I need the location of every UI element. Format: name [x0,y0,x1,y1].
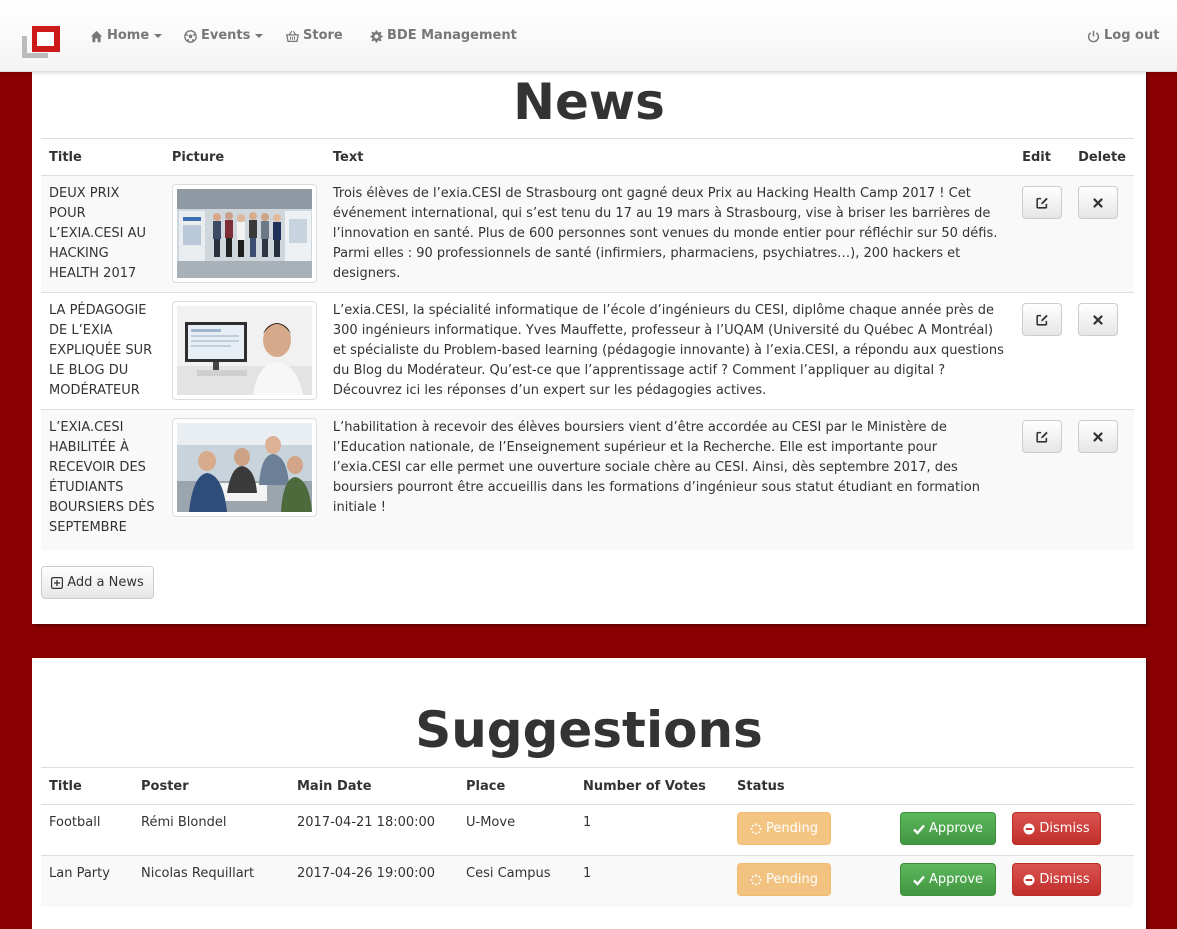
table-row: DEUX PRIX POUR L’EXIA.CESI AU HACKING HE… [41,175,1134,293]
edit-icon [1036,431,1048,443]
suggestions-panel: Suggestions Title Poster Main Date Place… [32,658,1146,929]
status-label: Pending [766,820,818,836]
caret-down-icon [255,34,264,38]
nav-store-label: Store [303,28,343,43]
checkmark-icon [913,824,925,835]
news-text-cell: L’exia.CESI, la spécialité informatique … [324,292,1015,410]
close-icon [1093,431,1103,442]
news-title-cell: L’EXIA.CESI HABILITÉE À RECEVOIR DES ÉTU… [41,409,164,550]
students-working-image [176,423,312,512]
dismiss-label: Dismiss [1039,871,1090,887]
dismiss-button[interactable]: Dismiss [1012,812,1101,845]
navbar: Home Events Store BDE Management Log out [0,0,1177,72]
dismiss-label: Dismiss [1039,820,1090,836]
news-picture [171,184,317,283]
col-title: Title [41,767,133,805]
col-status: Status [729,767,892,805]
gear-icon [370,29,383,43]
group-photo-image [176,189,312,278]
basket-icon [286,30,299,42]
edit-button[interactable] [1022,186,1063,219]
nav-events[interactable]: Events [184,26,264,46]
suggestion-title: Football [41,804,133,856]
col-edit: Edit [1014,138,1071,176]
add-news-button[interactable]: Add a News [41,566,154,599]
spinner-icon [750,822,762,834]
plus-square-icon [51,576,64,589]
spinner-icon [750,873,762,885]
checkmark-icon [913,875,925,886]
news-title-cell: LA PÉDAGOGIE DE L’EXIA EXPLIQUÉE SUR LE … [41,292,164,410]
table-row: Football Rémi Blondel 2017-04-21 18:00:0… [41,804,1134,856]
approve-button[interactable]: Approve [900,812,996,845]
news-table: Title Picture Text Edit Delete DEUX PRIX… [41,138,1134,550]
news-picture [171,418,317,517]
edit-button[interactable] [1022,420,1063,453]
table-row: Lan Party Nicolas Requillart 2017-04-26 … [41,855,1134,907]
suggestions-table: Title Poster Main Date Place Number of V… [41,767,1134,907]
add-news-label: Add a News [67,575,144,590]
close-icon [1093,197,1103,208]
delete-button[interactable] [1078,420,1119,453]
status-pending-button[interactable]: Pending [737,812,831,845]
approve-label: Approve [928,820,984,836]
nav-bde-label: BDE Management [387,28,517,43]
man-at-computer-image [176,306,312,395]
news-picture [171,301,317,400]
minus-circle-icon [1023,823,1035,834]
close-icon [1093,314,1103,325]
edit-icon [1036,197,1048,209]
caret-down-icon [154,34,163,38]
news-text-cell: L’habilitation à recevoir des élèves bou… [324,409,1015,550]
nav-logout[interactable]: Log out [1087,26,1159,46]
nav-logout-label: Log out [1104,28,1160,43]
delete-button[interactable] [1078,303,1119,336]
status-label: Pending [766,871,818,887]
col-poster: Poster [133,767,289,805]
col-title: Title [41,138,164,176]
suggestion-votes: 1 [575,855,729,907]
suggestion-poster: Nicolas Requillart [133,855,289,907]
edit-icon [1036,314,1048,326]
site-logo[interactable] [22,24,62,60]
suggestion-place: Cesi Campus [458,855,575,907]
nav-home[interactable]: Home [90,26,163,46]
nav-home-label: Home [107,28,150,43]
suggestion-poster: Rémi Blondel [133,804,289,856]
table-row: L’EXIA.CESI HABILITÉE À RECEVOIR DES ÉTU… [41,409,1134,550]
col-place: Place [458,767,575,805]
col-votes: Number of Votes [575,767,729,805]
soccer-ball-icon [184,29,197,43]
news-text-cell: Trois élèves de l’exia.CESI de Strasbour… [324,175,1015,293]
table-row: LA PÉDAGOGIE DE L’EXIA EXPLIQUÉE SUR LE … [41,292,1134,410]
news-title-cell: DEUX PRIX POUR L’EXIA.CESI AU HACKING HE… [41,175,164,293]
minus-circle-icon [1023,874,1035,885]
edit-button[interactable] [1022,303,1063,336]
nav-events-label: Events [201,28,251,43]
suggestion-date: 2017-04-26 19:00:00 [289,855,458,907]
suggestion-place: U-Move [458,804,575,856]
news-title: News [513,73,665,131]
col-text: Text [324,138,1015,176]
news-panel: News Title Picture Text Edit Delete DEUX… [32,66,1146,624]
nav-store[interactable]: Store [286,26,343,46]
approve-button[interactable]: Approve [900,863,996,896]
approve-label: Approve [928,871,984,887]
delete-button[interactable] [1078,186,1119,219]
suggestion-date: 2017-04-21 18:00:00 [289,804,458,856]
col-main-date: Main Date [289,767,458,805]
suggestions-title: Suggestions [415,701,763,759]
suggestion-votes: 1 [575,804,729,856]
dismiss-button[interactable]: Dismiss [1012,863,1101,896]
suggestion-title: Lan Party [41,855,133,907]
home-icon [90,30,103,42]
col-delete: Delete [1070,138,1134,176]
power-icon [1087,30,1100,42]
nav-bde-management[interactable]: BDE Management [370,26,517,46]
status-pending-button[interactable]: Pending [737,863,831,896]
col-picture: Picture [163,138,325,176]
